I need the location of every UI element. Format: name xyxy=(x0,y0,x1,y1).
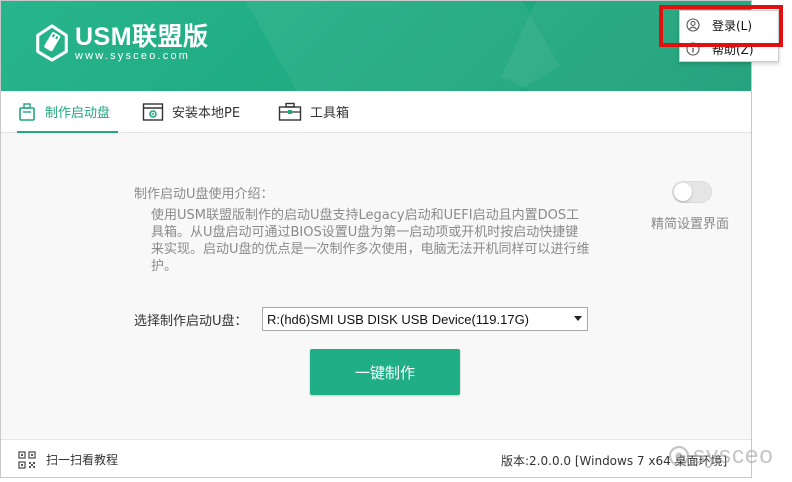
tab-toolbox[interactable]: 工具箱 xyxy=(278,91,349,132)
menu-item-help[interactable]: 帮助(Z) xyxy=(680,37,778,61)
footer-bar: 扫一扫看教程 版本:2.0.0.0 [Windows 7 x64 桌面环境] xyxy=(1,439,751,477)
dropdown-arrow-icon xyxy=(574,316,582,321)
menu-item-label: 登录(L) xyxy=(712,18,753,33)
simplify-ui-toggle[interactable] xyxy=(672,181,712,203)
tab-label: 工具箱 xyxy=(310,106,350,121)
scan-tutorial-link[interactable]: 扫一扫看教程 xyxy=(46,451,118,468)
watermark-logo-icon xyxy=(668,445,690,467)
tab-label: 制作启动盘 xyxy=(45,106,111,121)
menu-item-label: 帮助(Z) xyxy=(712,42,754,57)
toggle-knob xyxy=(674,183,692,201)
app-header: USM联盟版 www.sysceo.com xyxy=(1,1,751,91)
user-circle-icon xyxy=(686,18,700,32)
user-menu-popup: 登录(L) 帮助(Z) xyxy=(679,10,779,62)
menu-item-login[interactable]: 登录(L) xyxy=(680,13,778,37)
tab-make-boot-disk[interactable]: 制作启动盘 xyxy=(17,91,119,133)
gear-window-icon xyxy=(142,102,164,121)
intro-title: 制作启动U盘使用介绍： xyxy=(134,187,274,202)
tab-bar: 制作启动盘 安装本地PE 工具箱 xyxy=(1,91,751,133)
app-logo: USM联盟版 www.sysceo.com xyxy=(33,23,209,63)
usb-device-value: R:(hd6)SMI USB DISK USB Device(119.17G) xyxy=(267,311,530,327)
sysceo-watermark: sysceo xyxy=(668,442,774,470)
one-click-make-button[interactable]: 一键制作 xyxy=(310,349,460,395)
app-title: USM联盟版 xyxy=(75,23,209,51)
tab-install-local-pe[interactable]: 安装本地PE xyxy=(142,91,240,132)
content-panel: 制作启动U盘使用介绍： 使用USM联盟版制作的启动U盘支持Legacy启动和UE… xyxy=(1,133,751,439)
qr-code-icon[interactable] xyxy=(18,451,36,469)
simplify-ui-label: 精简设置界面 xyxy=(651,217,730,232)
usb-select-label: 选择制作启动U盘： xyxy=(134,314,248,329)
info-circle-icon xyxy=(686,42,700,56)
watermark-text: sysceo xyxy=(693,442,774,469)
usb-device-select[interactable]: R:(hd6)SMI USB DISK USB Device(119.17G) xyxy=(262,307,588,331)
tab-label: 安装本地PE xyxy=(172,106,241,121)
intro-body: 使用USM联盟版制作的启动U盘支持Legacy启动和UEFI启动且内置DOS工具… xyxy=(151,208,590,274)
main-window: USM联盟版 www.sysceo.com 制作启动盘 安装本地PE 工具箱 制… xyxy=(0,0,752,478)
app-url: www.sysceo.com xyxy=(75,50,191,62)
toolbox-icon xyxy=(278,102,302,121)
usb-drive-icon xyxy=(19,102,35,121)
usb-logo-icon xyxy=(36,24,68,62)
